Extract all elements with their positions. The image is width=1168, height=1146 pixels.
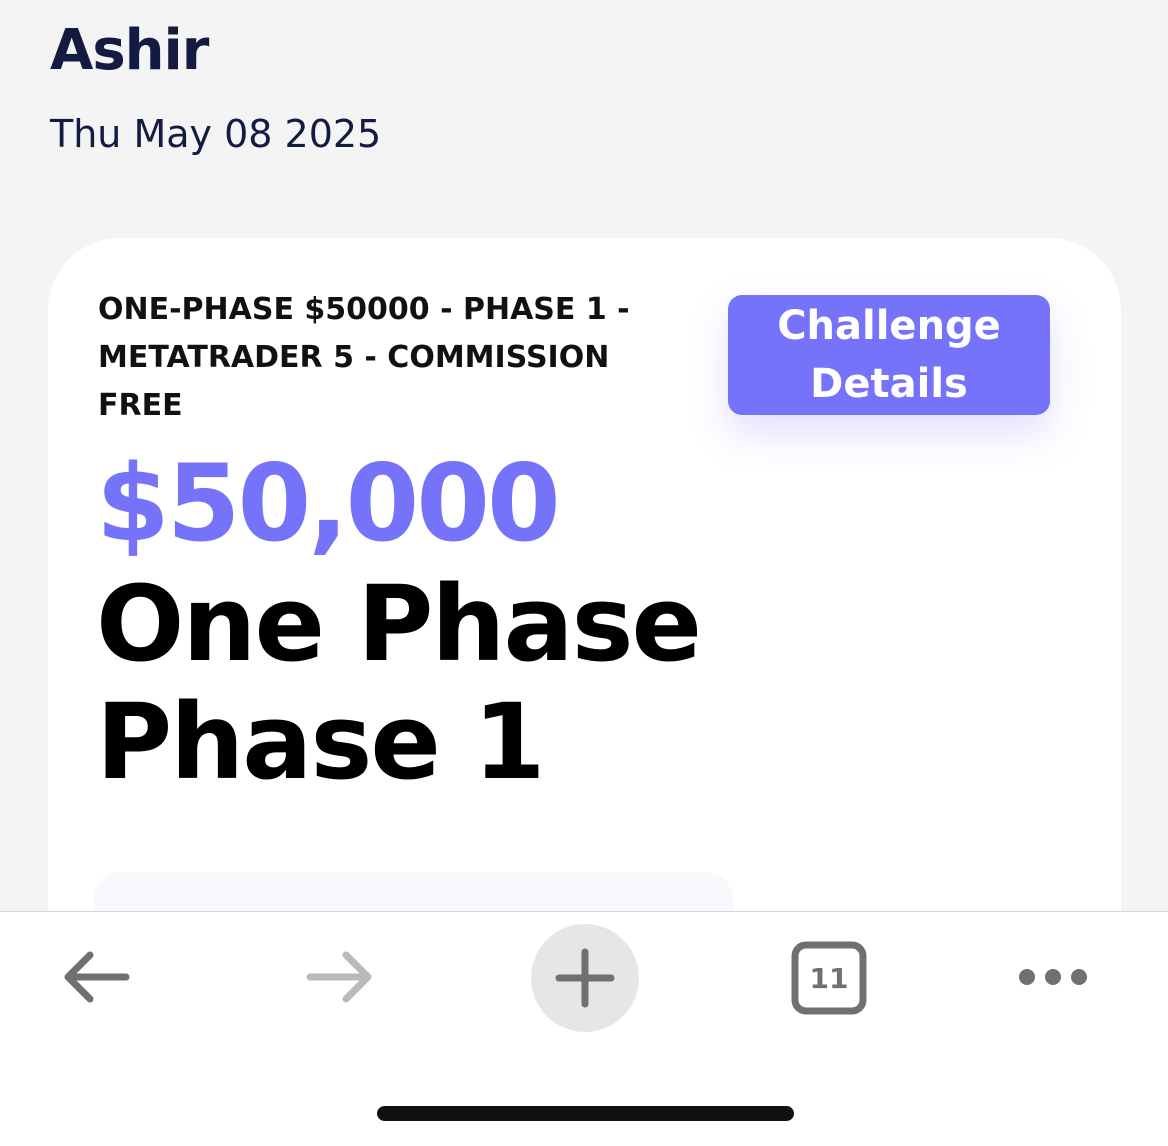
new-tab-button[interactable] bbox=[531, 924, 639, 1032]
forward-arrow-icon bbox=[306, 951, 372, 1003]
home-indicator[interactable] bbox=[377, 1106, 794, 1121]
more-button[interactable] bbox=[1010, 952, 1096, 1002]
challenge-details-label: Challenge Details bbox=[777, 303, 1001, 407]
current-date: Thu May 08 2025 bbox=[50, 112, 382, 156]
back-arrow-icon bbox=[64, 951, 130, 1003]
user-name: Ashir bbox=[50, 18, 209, 83]
back-button[interactable] bbox=[50, 942, 140, 1012]
plan-type: One Phase bbox=[96, 563, 702, 685]
tab-count: 11 bbox=[809, 961, 849, 995]
plus-icon bbox=[555, 948, 615, 1008]
plan-phase: Phase 1 bbox=[96, 681, 545, 803]
more-icon bbox=[1019, 969, 1087, 985]
account-amount: $50,000 bbox=[96, 442, 561, 565]
challenge-details-button[interactable]: Challenge Details bbox=[728, 295, 1050, 415]
challenge-title: ONE-PHASE $50000 - PHASE 1 - METATRADER … bbox=[98, 292, 630, 423]
forward-button[interactable] bbox=[296, 942, 386, 1012]
challenge-card: ONE-PHASE $50000 - PHASE 1 - METATRADER … bbox=[48, 238, 1121, 998]
tab-switcher-button[interactable]: 11 bbox=[790, 940, 868, 1016]
